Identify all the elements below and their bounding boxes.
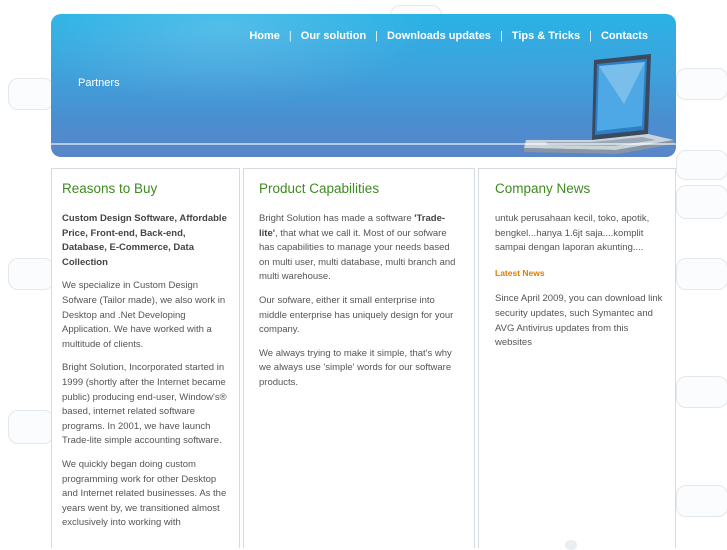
nav-our-solution-link[interactable]: Our solution <box>301 30 366 42</box>
capabilities-text: Bright Solution has made a software <box>259 213 415 224</box>
background-tile <box>8 410 54 444</box>
reasons-paragraph: We specialize in Custom Design Sofware (… <box>62 280 226 350</box>
top-navigation: Home | Our solution | Downloads updates … <box>249 30 648 42</box>
capabilities-text: , that what we call it. Most of our sofw… <box>259 227 456 283</box>
section-title-partners: Partners <box>78 77 120 89</box>
news-paragraph: Since April 2009, you can download link … <box>495 293 663 349</box>
capabilities-paragraph: Bright Solution has made a software 'Tra… <box>259 212 462 285</box>
reasons-paragraph: Bright Solution, Incorporated started in… <box>62 362 227 447</box>
site-header-banner: Home | Our solution | Downloads updates … <box>51 14 676 157</box>
background-tile <box>676 185 727 219</box>
header-divider-line <box>51 143 676 145</box>
background-tile <box>8 258 54 290</box>
background-tile <box>8 78 54 110</box>
background-tile <box>676 485 727 517</box>
company-news-column: Company News untuk perusahaan kecil, tok… <box>478 168 676 548</box>
company-news-heading: Company News <box>495 181 591 196</box>
nav-separator: | <box>499 30 503 42</box>
reasons-to-buy-column: Reasons to Buy Custom Design Software, A… <box>51 168 240 548</box>
header-glow <box>51 14 431 104</box>
nav-separator: | <box>589 30 592 42</box>
capabilities-paragraph: Our sofware, either it small enterprise … <box>259 294 454 336</box>
product-capabilities-column: Product Capabilities Bright Solution has… <box>243 168 475 548</box>
latest-news-heading: Latest News <box>495 267 545 278</box>
background-tile <box>676 258 727 290</box>
nav-home-link[interactable]: Home <box>249 30 280 42</box>
nav-contacts-link[interactable]: Contacts <box>601 30 648 42</box>
decorative-dot <box>565 540 577 550</box>
laptop-illustration <box>524 54 674 154</box>
reasons-to-buy-heading: Reasons to Buy <box>62 181 158 196</box>
background-tile <box>676 68 727 100</box>
product-capabilities-heading: Product Capabilities <box>259 181 380 196</box>
capabilities-paragraph: We always trying to make it simple, that… <box>259 347 452 388</box>
news-paragraph: untuk perusahaan kecil, toko, apotik, be… <box>495 213 650 254</box>
reasons-lead-text: Custom Design Software, Affordable Price… <box>62 213 227 268</box>
nav-separator: | <box>288 30 292 42</box>
reasons-paragraph: We quickly began doing custom programmin… <box>62 458 227 529</box>
nav-downloads-updates-link[interactable]: Downloads updates <box>387 30 491 42</box>
background-tile <box>676 150 727 180</box>
nav-separator: | <box>375 30 379 42</box>
nav-tips-tricks-link[interactable]: Tips & Tricks <box>512 30 580 42</box>
background-tile <box>676 376 727 408</box>
